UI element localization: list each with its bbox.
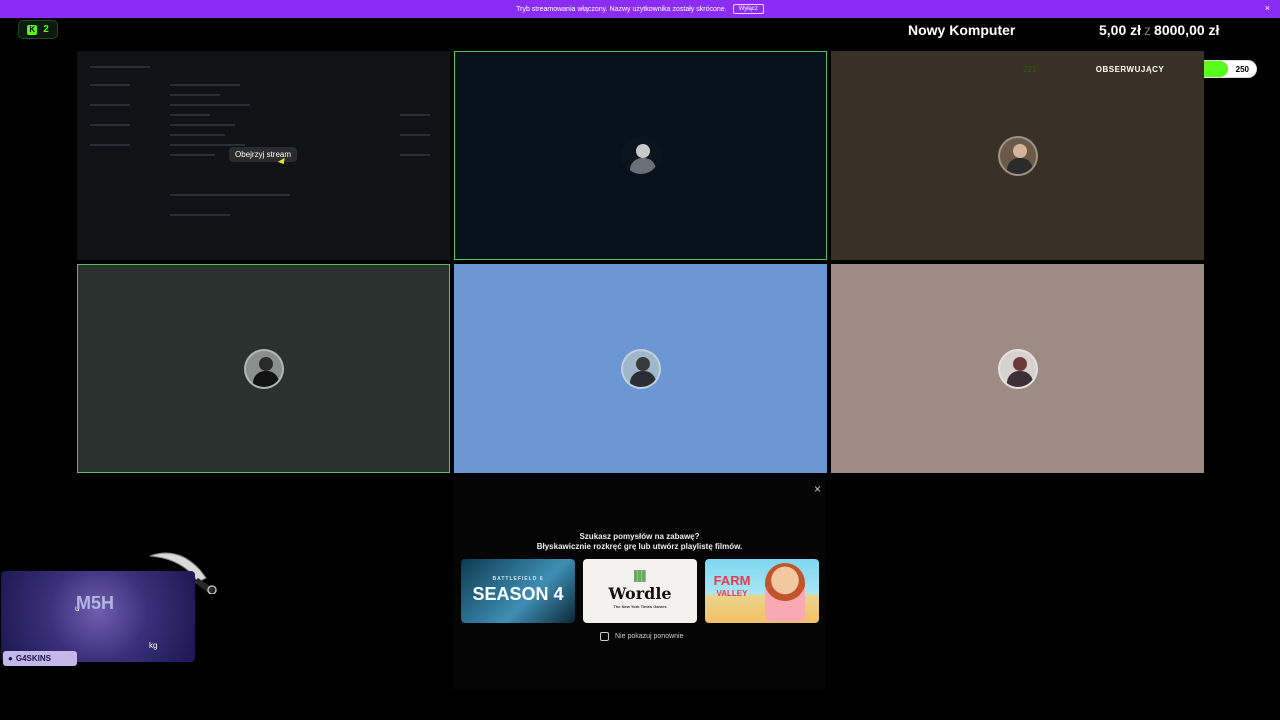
streaming-mode-banner: Tryb streamowania włączony. Nazwy użytko… (0, 0, 1280, 18)
game-sub-label: The New York Times Games (613, 604, 667, 609)
goal-target: 8000,00 zł (1154, 22, 1220, 38)
popup-title: Szukasz pomysłów na zabawę? Błyskawiczni… (453, 532, 826, 552)
followers-label: OBSERWUJĄCY (1095, 65, 1165, 74)
participant-avatar (243, 348, 284, 389)
participant-avatar (997, 135, 1038, 176)
participant-avatar (997, 348, 1038, 389)
followers-max: 250 (1235, 65, 1249, 74)
stream-tile[interactable] (77, 264, 450, 473)
banner-close-icon[interactable]: × (1265, 3, 1270, 13)
watch-stream-tooltip[interactable]: Obejrzyj stream (229, 147, 298, 162)
stream-tile[interactable] (454, 51, 827, 260)
wordle-grid-icon (634, 570, 646, 582)
g4skins-badge: ● G4SKINS (3, 651, 77, 666)
popup-close-icon[interactable]: × (814, 482, 821, 496)
stream-tile[interactable] (454, 264, 827, 473)
promo-kg: kg (149, 641, 158, 650)
disable-streaming-mode-button[interactable]: Wyłącz (732, 4, 764, 14)
farm-girl-illustration (765, 563, 805, 621)
stream-tile[interactable] (831, 264, 1204, 473)
participant-avatar (620, 135, 661, 176)
goal-current: 5,00 zł (1099, 22, 1142, 38)
game-card-wordle[interactable]: Wordle The New York Times Games (583, 559, 697, 623)
game-name-label: SEASON 4 (472, 584, 564, 604)
participant-avatar (620, 348, 661, 389)
popup-title-line2: Błyskawicznie rozkręć grę lub utwórz pla… (536, 542, 743, 551)
activity-suggestion-popup: × Szukasz pomysłów na zabawę? Błyskawicz… (453, 477, 826, 689)
goal-amount: 5,00 zł z 8000,00 zł (1099, 22, 1219, 38)
game-card-battlefield[interactable]: BATTLEFIELD 6 SEASON 4 (461, 559, 575, 623)
game-sub-label: BATTLEFIELD 6 (492, 576, 544, 582)
game-card-farm-valley[interactable]: FARM VALLEY (705, 559, 819, 623)
g4skins-logo-icon: ● (8, 654, 13, 663)
stream-tile[interactable] (831, 51, 1204, 260)
participants-badge[interactable]: K 2 (18, 20, 58, 39)
popup-title-line1: Szukasz pomysłów na zabawę? (579, 532, 700, 541)
promo-overlay: u M5H kg (1, 571, 195, 662)
kick-logo-icon: K (27, 24, 38, 35)
do-not-show-again-checkbox[interactable] (600, 632, 609, 641)
do-not-show-again-row[interactable]: Nie pokazuj ponownie (600, 632, 684, 641)
game-name-label: Wordle (608, 584, 672, 603)
do-not-show-again-label: Nie pokazuj ponownie (615, 633, 684, 640)
banner-text: Tryb streamowania włączony. Nazwy użytko… (516, 5, 727, 13)
goal-title: Nowy Komputer (908, 22, 1016, 38)
goal-separator: z (1144, 22, 1152, 38)
participants-count: 2 (43, 24, 49, 35)
g4skins-brand-label: G4SKINS (15, 654, 51, 663)
promo-level: M5H (76, 593, 115, 613)
